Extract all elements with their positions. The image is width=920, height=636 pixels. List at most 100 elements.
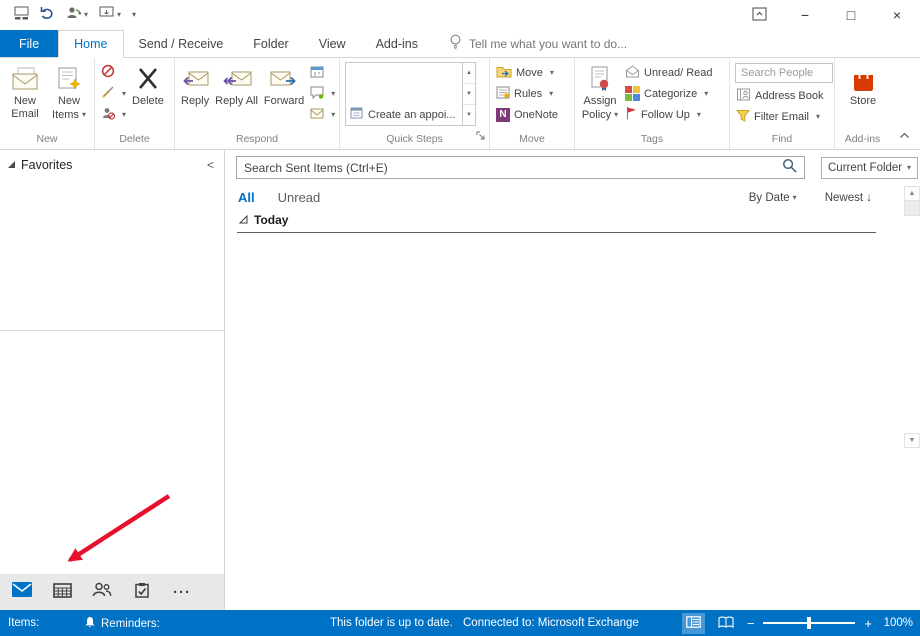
tab-home[interactable]: Home: [58, 30, 123, 58]
more-respond-button[interactable]: [307, 104, 338, 125]
appointment-icon: [350, 107, 363, 122]
nav-more-button[interactable]: ···: [162, 574, 202, 610]
meeting-button[interactable]: [307, 62, 338, 83]
ribbon-group-find: Address Book Filter Email Find: [730, 58, 835, 149]
scroll-down-icon[interactable]: ▼: [463, 84, 475, 105]
tab-send-receive[interactable]: Send / Receive: [124, 30, 239, 57]
forward-button[interactable]: Forward: [261, 62, 307, 108]
customize-qat-button[interactable]: ▾: [132, 11, 136, 19]
gallery-more-icon[interactable]: ▼: [463, 105, 475, 125]
group-label-addins: Add-ins: [835, 132, 890, 149]
ribbon-group-quick-steps: Create an appoi... ▲ ▼ ▼ Quick Steps: [340, 58, 490, 149]
new-items-button[interactable]: New Items: [47, 62, 91, 122]
filter-email-button[interactable]: Filter Email: [733, 106, 833, 127]
chevron-down-icon: ▾: [84, 11, 88, 19]
delete-button[interactable]: Delete: [129, 62, 167, 108]
group-expand-icon: [239, 213, 248, 227]
search-input[interactable]: [244, 161, 782, 175]
quick-step-label: Create an appoi...: [368, 109, 455, 121]
more-respond-icon: [310, 107, 324, 123]
group-label-new: New: [0, 132, 94, 149]
nav-calendar-button[interactable]: [42, 574, 82, 610]
scrollbar-thumb[interactable]: [904, 201, 920, 216]
maximize-button[interactable]: □: [828, 0, 874, 30]
scrollbar-down-icon[interactable]: ▼: [904, 433, 920, 448]
favorites-header[interactable]: Favorites <: [0, 150, 224, 176]
new-items-label: New Items: [50, 95, 88, 122]
ribbon-group-tags: Assign Policy Unread/ Read Categorize Fo…: [575, 58, 730, 149]
delete-label: Delete: [132, 95, 164, 108]
group-label-quick-steps: Quick Steps: [340, 132, 489, 149]
list-scrollbar[interactable]: ▲ ▼: [904, 186, 920, 448]
group-label-move: Move: [490, 132, 574, 149]
categorize-button[interactable]: Categorize: [622, 83, 716, 104]
reply-button[interactable]: Reply: [178, 62, 212, 108]
quick-step-create-appointment[interactable]: Create an appoi...: [346, 104, 462, 125]
reply-all-button[interactable]: Reply All: [212, 62, 261, 108]
onenote-button[interactable]: N OneNote: [493, 104, 561, 125]
filter-unread-tab[interactable]: Unread: [278, 190, 321, 205]
quick-steps-dialog-launcher-icon[interactable]: [476, 128, 486, 146]
tab-view[interactable]: View: [304, 30, 361, 57]
address-book-button[interactable]: Address Book: [733, 85, 833, 106]
tell-me-box[interactable]: Tell me what you want to do...: [449, 30, 627, 57]
ribbon-group-move: Move Rules N OneNote Move: [490, 58, 575, 149]
ellipsis-icon: ···: [173, 584, 191, 601]
clean-up-button[interactable]: [98, 83, 129, 104]
app-menu-button[interactable]: [14, 6, 29, 25]
undo-button[interactable]: [40, 6, 55, 24]
unread-read-button[interactable]: Unread/ Read: [622, 62, 716, 83]
assign-policy-label: Assign Policy: [581, 95, 619, 122]
touch-mode-button[interactable]: ▾: [99, 6, 121, 24]
tab-file[interactable]: File: [0, 30, 58, 57]
new-email-button[interactable]: New Email: [3, 62, 47, 121]
close-button[interactable]: ×: [874, 0, 920, 30]
nav-mail-button[interactable]: [2, 574, 42, 610]
zoom-in-button[interactable]: +: [864, 616, 872, 631]
send-receive-all-button[interactable]: ▾: [66, 6, 88, 25]
favorites-label: Favorites: [21, 158, 72, 172]
store-button[interactable]: Store: [847, 62, 880, 108]
zoom-out-button[interactable]: −: [747, 616, 755, 631]
sort-down-arrow-icon: ↓: [866, 192, 872, 204]
zoom-slider-thumb[interactable]: [807, 617, 811, 629]
reading-view-button[interactable]: [714, 613, 738, 634]
assign-policy-button[interactable]: Assign Policy: [578, 62, 622, 122]
sort-order-button[interactable]: Newest ↓: [825, 192, 872, 204]
nav-tasks-button[interactable]: [122, 574, 162, 610]
search-box[interactable]: [236, 156, 805, 179]
minimize-folder-pane-icon[interactable]: <: [207, 158, 214, 172]
collapse-ribbon-icon[interactable]: [899, 126, 910, 144]
im-button[interactable]: [307, 83, 338, 104]
ignore-button[interactable]: [98, 62, 129, 83]
new-items-icon: [56, 63, 82, 95]
scroll-up-icon[interactable]: ▲: [463, 63, 475, 84]
zoom-level-button[interactable]: 100%: [881, 617, 913, 629]
date-group-header[interactable]: Today: [225, 208, 920, 229]
new-email-icon: [10, 63, 40, 95]
ribbon-display-options-icon: [752, 7, 767, 24]
ribbon-display-options-button[interactable]: [736, 0, 782, 30]
filter-all-tab[interactable]: All: [238, 190, 255, 205]
group-label-tags: Tags: [575, 132, 729, 149]
zoom-slider[interactable]: [763, 617, 855, 629]
follow-up-button[interactable]: Follow Up: [622, 104, 716, 125]
normal-view-button[interactable]: [682, 613, 705, 634]
address-book-label: Address Book: [755, 90, 823, 102]
search-scope-dropdown[interactable]: Current Folder: [821, 157, 918, 179]
reminders-status[interactable]: Reminders:: [84, 616, 160, 632]
tab-folder[interactable]: Folder: [238, 30, 303, 57]
follow-up-label: Follow Up: [641, 109, 690, 121]
tab-addins[interactable]: Add-ins: [361, 30, 433, 57]
junk-button[interactable]: [98, 104, 129, 125]
nav-people-button[interactable]: [82, 574, 122, 610]
move-button[interactable]: Move: [493, 62, 561, 83]
sort-by-dropdown[interactable]: By Date: [749, 192, 797, 204]
rules-button[interactable]: Rules: [493, 83, 561, 104]
connection-status-label[interactable]: Connected to: Microsoft Exchange: [463, 617, 639, 629]
minimize-button[interactable]: −: [782, 0, 828, 30]
scrollbar-up-icon[interactable]: ▲: [904, 186, 920, 201]
search-people-input[interactable]: [735, 63, 833, 83]
navigation-bar: ···: [0, 574, 224, 610]
search-icon[interactable]: [782, 158, 797, 178]
